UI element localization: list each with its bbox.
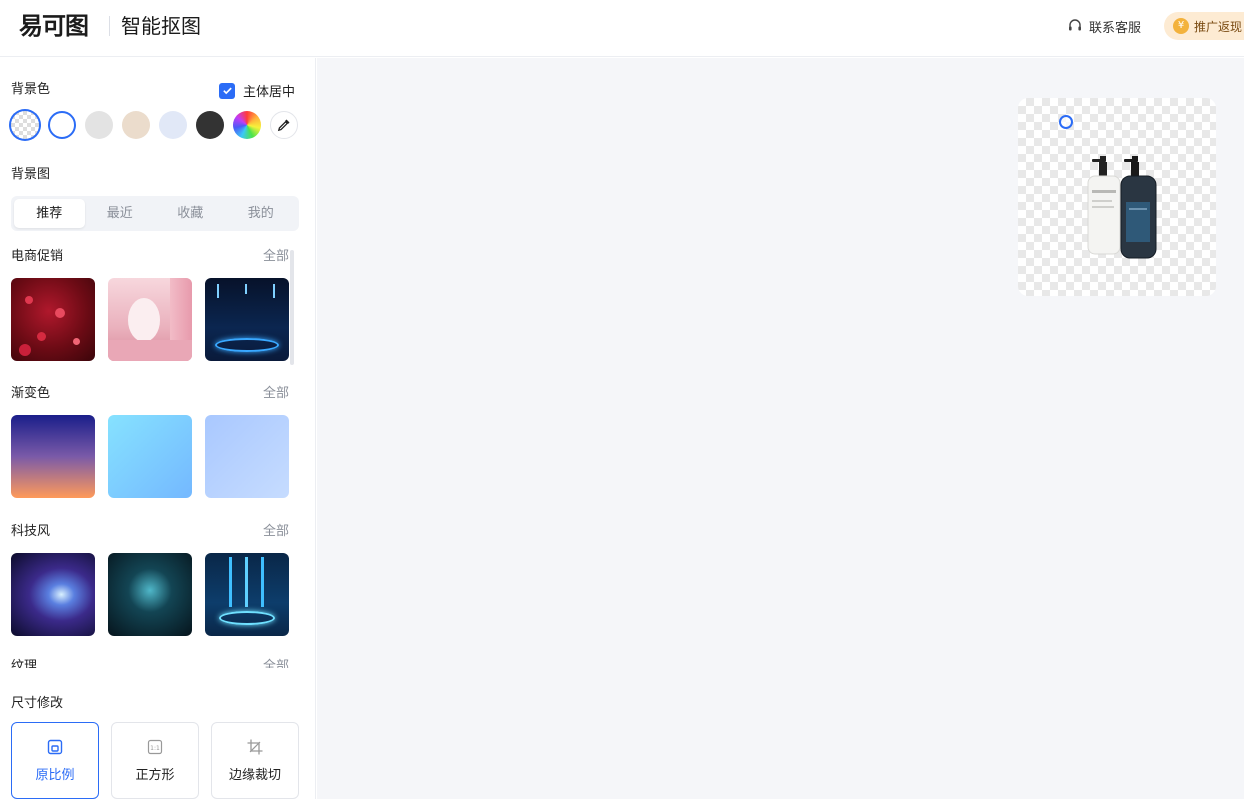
top-header: 易可图 智能抠图 联系客服 ¥ 推广返现 <box>0 0 1244 57</box>
crop-original-icon <box>47 739 63 755</box>
bg-image-label: 背景图 <box>11 167 51 182</box>
center-subject-label: 主体居中 <box>243 85 296 100</box>
bg-thumb-light-burst[interactable] <box>11 553 95 636</box>
eyedropper-button[interactable] <box>270 111 298 139</box>
page-title: 智能抠图 <box>121 14 201 38</box>
category-tech: 科技风 全部 <box>11 523 289 636</box>
bg-thumb-pink-room[interactable] <box>108 278 192 361</box>
contact-support-link[interactable]: 联系客服 <box>1067 16 1141 36</box>
square-ratio-icon: 1:1 <box>147 739 163 755</box>
category-ecommerce: 电商促销 全部 <box>11 248 289 361</box>
size-option-label: 边缘裁切 <box>228 768 281 783</box>
swatch-white[interactable] <box>48 111 76 139</box>
promo-label: 推广返现 <box>1194 19 1243 34</box>
bg-image-tabs: 推荐 最近 收藏 我的 <box>11 196 299 231</box>
bg-thumb-neon-stage[interactable] <box>205 278 289 361</box>
bg-thumb-tech-portal[interactable] <box>205 553 289 636</box>
size-square-button[interactable]: 1:1 正方形 <box>111 722 199 799</box>
headset-icon <box>1069 19 1081 31</box>
size-edge-crop-button[interactable]: 边缘裁切 <box>211 722 299 799</box>
center-subject-checkbox[interactable]: 主体居中 <box>219 81 295 100</box>
bg-thumb-gradient-sunset[interactable] <box>11 415 95 498</box>
size-modify-label: 尺寸修改 <box>11 696 64 711</box>
contact-support-label: 联系客服 <box>1089 20 1142 36</box>
ratio-badge: 1:1 <box>150 745 160 752</box>
swatch-light-gray[interactable] <box>85 111 113 139</box>
category-texture: 纹理 全部 <box>11 658 289 668</box>
size-option-label: 原比例 <box>35 768 75 783</box>
header-divider <box>109 16 110 36</box>
size-original-button[interactable]: 原比例 <box>11 722 99 799</box>
promo-button[interactable]: ¥ 推广返现 <box>1164 12 1244 40</box>
swatch-light-blue[interactable] <box>159 111 187 139</box>
sidebar-panel: 背景色 主体居中 背景图 推荐 最近 收藏 我的 电商促销 全部 渐变色 全部 … <box>0 58 316 799</box>
category-title: 科技风 <box>11 524 51 539</box>
tab-recent[interactable]: 最近 <box>85 199 156 228</box>
swatch-beige[interactable] <box>122 111 150 139</box>
tab-recommended[interactable]: 推荐 <box>14 199 85 228</box>
drag-handle[interactable] <box>1059 115 1073 129</box>
bg-thumb-red-hearts[interactable] <box>11 278 95 361</box>
category-title: 纹理 <box>11 659 38 668</box>
bg-list-scrollbar[interactable] <box>290 250 294 365</box>
bg-thumb-particle-network[interactable] <box>108 553 192 636</box>
tab-mine[interactable]: 我的 <box>226 199 297 228</box>
coin-icon: ¥ <box>1173 18 1189 34</box>
size-option-label: 正方形 <box>135 768 175 783</box>
tab-favorites[interactable]: 收藏 <box>155 199 226 228</box>
eyedropper-icon <box>277 119 290 132</box>
bg-color-swatches <box>11 111 298 139</box>
category-title: 渐变色 <box>11 386 51 401</box>
category-all-link[interactable]: 全部 <box>263 523 289 541</box>
category-title: 电商促销 <box>11 249 64 264</box>
category-all-link[interactable]: 全部 <box>263 385 289 403</box>
category-all-link[interactable]: 全部 <box>263 658 289 668</box>
bg-thumb-gradient-sky[interactable] <box>108 415 192 498</box>
category-gradient: 渐变色 全部 <box>11 385 289 498</box>
size-options: 原比例 1:1 正方形 边缘裁切 <box>11 722 299 799</box>
swatch-custom-color[interactable] <box>233 111 261 139</box>
app-logo[interactable]: 易可图 <box>19 11 89 41</box>
cutout-preview[interactable] <box>1018 98 1216 296</box>
checkbox-checked-icon <box>219 82 235 99</box>
bg-color-label: 背景色 <box>11 82 51 97</box>
bg-thumb-gradient-pale-blue[interactable] <box>205 415 289 498</box>
product-bottles-image <box>1087 156 1157 259</box>
bg-image-list[interactable]: 电商促销 全部 渐变色 全部 科技风 全部 纹理 全部 <box>0 244 300 668</box>
edge-crop-icon <box>247 739 263 755</box>
swatch-dark-gray[interactable] <box>196 111 224 139</box>
editor-canvas <box>317 58 1244 799</box>
swatch-transparent[interactable] <box>11 111 39 139</box>
category-all-link[interactable]: 全部 <box>263 248 289 266</box>
